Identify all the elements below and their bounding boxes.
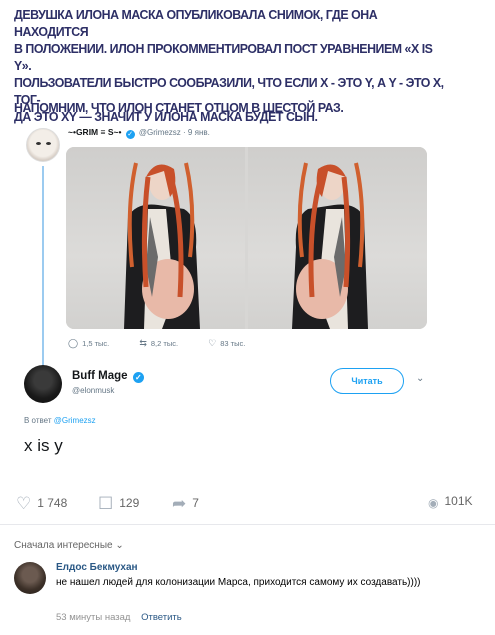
tweet-author-name[interactable]: ~•GRIM ≡ S~• xyxy=(68,127,121,137)
comment-time[interactable]: 53 минуты назад xyxy=(56,612,130,623)
divider xyxy=(0,524,495,525)
share-icon: ➦ xyxy=(172,494,187,513)
tweet-date[interactable]: · 9 янв. xyxy=(183,128,210,137)
tweet-header: ~•GRIM ≡ S~• ✓ @Grimezsz · 9 янв. xyxy=(68,127,210,139)
embedded-tweet-thread: ~•GRIM ≡ S~• ✓ @Grimezsz · 9 янв. ◯ 1,5 … xyxy=(14,118,484,468)
reply-author-name-text: Buff Mage xyxy=(72,370,128,382)
reply-author-handle[interactable]: @elonmusk xyxy=(72,386,114,395)
reply-to-link[interactable]: @Grimezsz xyxy=(54,416,96,425)
heart-icon: ♡ xyxy=(208,338,217,348)
avatar[interactable] xyxy=(26,128,60,162)
tweet-photo[interactable] xyxy=(248,147,427,329)
views-counter: ◉ 101K xyxy=(428,494,473,510)
reply-author-name[interactable]: Buff Mage ✓ xyxy=(72,370,146,383)
tweet-photos xyxy=(66,147,427,329)
tweet-author-handle[interactable]: @Grimezsz xyxy=(139,128,181,137)
reply-count: 1,5 тыс. xyxy=(82,339,110,348)
comments-sort-dropdown[interactable]: Сначала интересные ⌄ xyxy=(14,540,124,551)
reply-stat[interactable]: ◯ 1,5 тыс. xyxy=(68,338,123,348)
reply-context: В ответ @Grimezsz xyxy=(24,416,96,425)
comment-meta: 53 минуты назад Ответить xyxy=(56,612,182,623)
photo-illustration xyxy=(292,162,368,329)
chevron-down-icon: ⌄ xyxy=(115,540,124,551)
reply-tweet-text: x is y xyxy=(24,436,63,455)
chevron-down-icon[interactable]: ⌄ xyxy=(416,373,424,384)
comment-button[interactable]: ☐ 129 xyxy=(98,494,139,514)
heart-icon: ♡ xyxy=(16,494,32,513)
reply-button[interactable]: Ответить xyxy=(141,612,182,623)
like-button[interactable]: ♡ 1 748 xyxy=(16,494,67,514)
avatar[interactable] xyxy=(14,562,46,594)
reply-to-prefix: В ответ xyxy=(24,416,52,425)
share-button[interactable]: ➦ 7 xyxy=(172,494,199,514)
avatar[interactable] xyxy=(24,365,62,403)
reply-icon: ◯ xyxy=(68,338,79,348)
thread-line xyxy=(42,166,44,366)
article-subhead: НАПОМНИМ, ЧТО ИЛОН СТАНЕТ ОТЦОМ В ШЕСТОЙ… xyxy=(14,100,344,115)
like-stat[interactable]: ♡ 83 тыс. xyxy=(208,338,259,348)
eye-icon: ◉ xyxy=(428,496,439,510)
comment-icon: ☐ xyxy=(98,494,114,513)
retweet-icon: ⇆ xyxy=(139,338,147,348)
comment-count: 129 xyxy=(119,496,140,510)
avatar-eye xyxy=(46,142,51,145)
tweet-photo[interactable] xyxy=(66,147,245,329)
verified-icon: ✓ xyxy=(132,372,144,383)
sort-label: Сначала интересные xyxy=(14,540,113,551)
tweet-stats: ◯ 1,5 тыс. ⇆ 8,2 тыс. ♡ 83 тыс. xyxy=(68,338,273,349)
retweet-count: 8,2 тыс. xyxy=(150,339,179,348)
views-count: 101K xyxy=(444,494,473,508)
verified-icon: ✓ xyxy=(125,130,135,139)
follow-button[interactable]: Читать xyxy=(330,368,404,394)
post-action-bar: ♡ 1 748 ☐ 129 ➦ 7 ◉ 101K xyxy=(0,488,495,520)
photo-illustration xyxy=(124,162,200,329)
comment-author[interactable]: Елдос Бекмухан xyxy=(56,562,138,573)
comment-text: не нашел людей для колонизации Марса, пр… xyxy=(56,577,421,588)
avatar-eye xyxy=(36,142,41,145)
like-count: 83 тыс. xyxy=(220,339,246,348)
share-count: 7 xyxy=(192,496,199,510)
like-count: 1 748 xyxy=(37,496,68,510)
retweet-stat[interactable]: ⇆ 8,2 тыс. xyxy=(139,338,192,348)
